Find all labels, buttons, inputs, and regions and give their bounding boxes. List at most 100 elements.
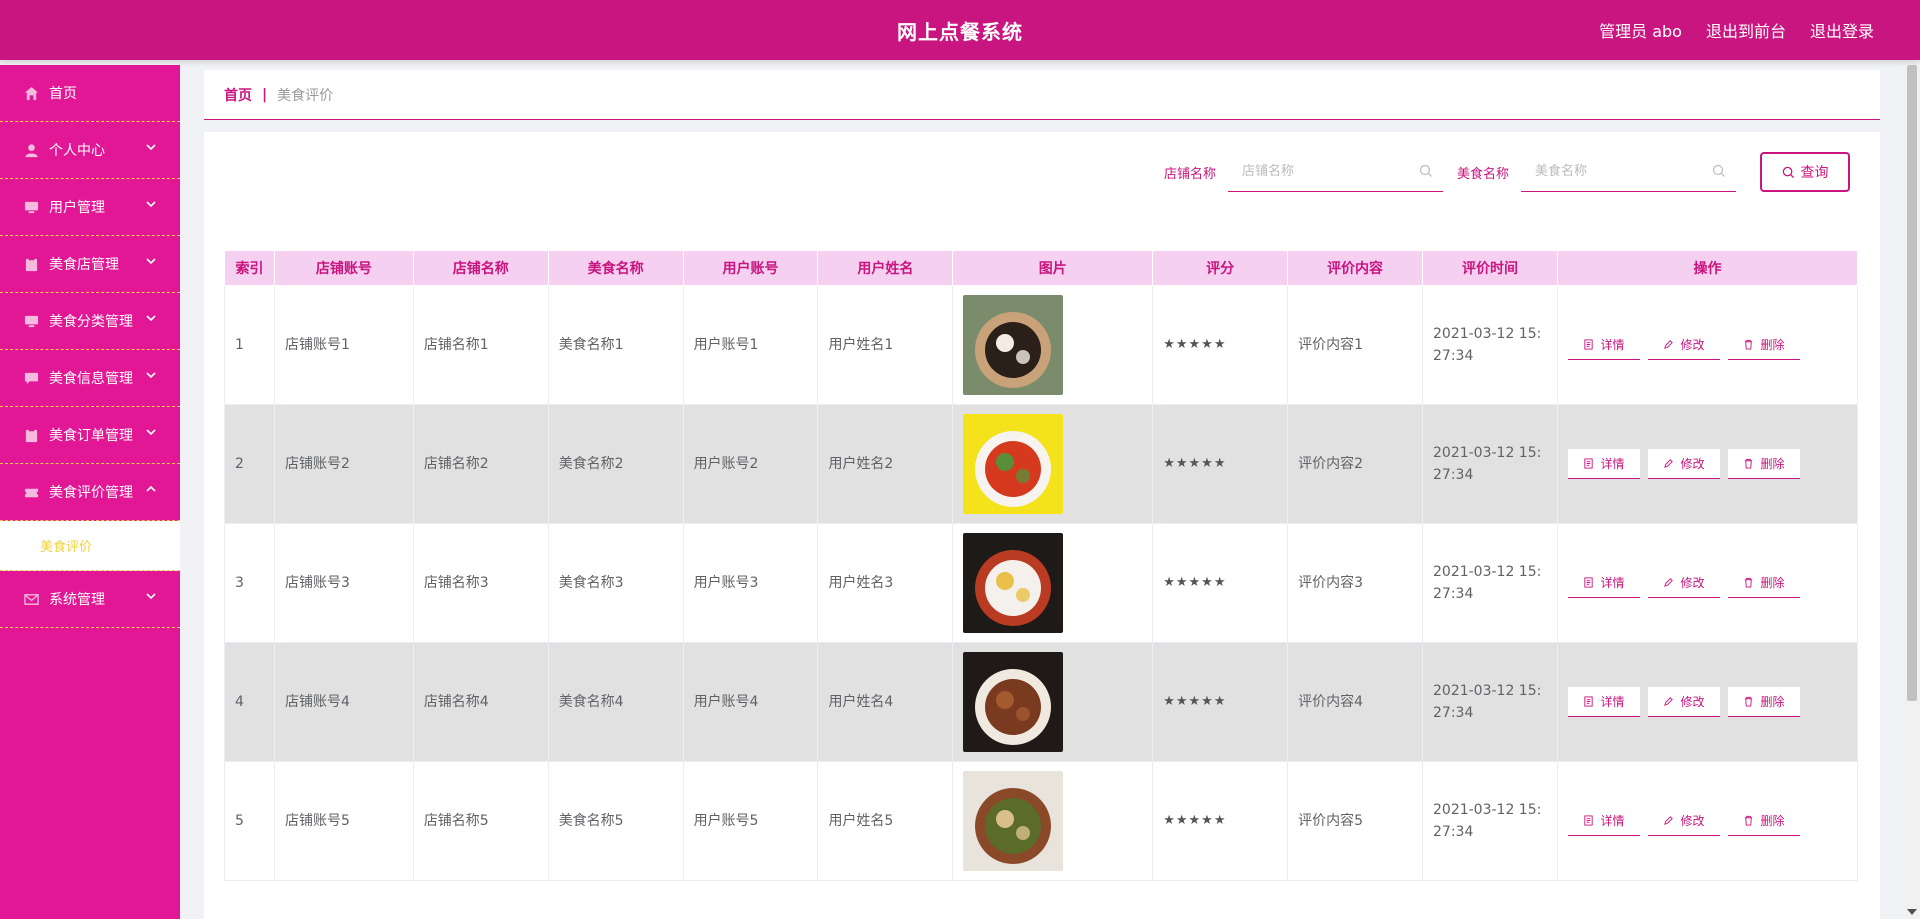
app-title: 网上点餐系统 <box>897 19 1023 44</box>
main-area: 首页 | 美食评价 店铺名称 美食名称 查询 索引 <box>204 70 1880 919</box>
food-image[interactable] <box>963 295 1064 395</box>
sidebar-item-label: 用户管理 <box>49 200 105 216</box>
shop-name-label: 店铺名称 <box>1163 166 1216 182</box>
sidebar-item-review-management[interactable]: 美食评价管理 <box>0 464 180 521</box>
detail-button[interactable]: 详情 <box>1567 449 1640 479</box>
cell-time: 2021-03-12 15:27:34 <box>1422 761 1558 881</box>
review-time: 2021-03-12 15:27:34 <box>1433 445 1542 483</box>
detail-button[interactable]: 详情 <box>1567 687 1640 717</box>
delete-button-label: 删除 <box>1760 575 1785 590</box>
sidebar-item-label: 首页 <box>49 86 77 102</box>
review-time: 2021-03-12 15:27:34 <box>1433 564 1542 602</box>
cell-user-name: 用户姓名4 <box>817 642 954 762</box>
detail-button-label: 详情 <box>1600 813 1625 828</box>
sidebar-item-personal-center[interactable]: 个人中心 <box>0 122 180 179</box>
detail-button-label: 详情 <box>1600 575 1625 590</box>
sidebar-item-system-management[interactable]: 系统管理 <box>0 571 180 628</box>
sidebar-item-order-management[interactable]: 美食订单管理 <box>0 407 180 464</box>
breadcrumb: 首页 | 美食评价 <box>204 70 1880 120</box>
cell-food-name: 美食名称2 <box>547 404 684 524</box>
sidebar: 首页 个人中心 用户管理 美食店管理 美食分类管理 美食信息管理 美食订单管理 … <box>0 65 180 919</box>
sidebar-item-label: 美食信息管理 <box>49 371 133 387</box>
sidebar-item-food-info-management[interactable]: 美食信息管理 <box>0 350 180 407</box>
sidebar-item-label: 美食店管理 <box>49 257 119 273</box>
sidebar-item-user-management[interactable]: 用户管理 <box>0 179 180 236</box>
detail-button[interactable]: 详情 <box>1567 806 1640 836</box>
exit-to-front-link[interactable]: 退出到前台 <box>1706 18 1786 42</box>
cell-actions: 详情 修改 删除 <box>1556 523 1859 643</box>
delete-button[interactable]: 删除 <box>1727 687 1800 717</box>
food-image[interactable] <box>963 414 1064 514</box>
edit-icon <box>1664 459 1674 468</box>
cell-food-name: 美食名称3 <box>547 523 684 643</box>
delete-button[interactable]: 删除 <box>1727 330 1800 360</box>
column-header[interactable]: 店铺账号 <box>273 250 414 286</box>
column-header[interactable]: 评价时间 <box>1422 250 1558 286</box>
delete-button[interactable]: 删除 <box>1727 568 1800 598</box>
breadcrumb-separator: | <box>262 86 268 103</box>
content-panel: 店铺名称 美食名称 查询 索引 店铺账号 店铺名称 美食名称 <box>204 132 1880 919</box>
trash-icon <box>1745 815 1753 826</box>
search-bar: 店铺名称 美食名称 查询 <box>1164 152 1850 192</box>
delete-button[interactable]: 删除 <box>1727 449 1800 479</box>
edit-button[interactable]: 修改 <box>1647 806 1720 836</box>
cell-actions: 详情 修改 删除 <box>1556 285 1859 405</box>
food-name-input[interactable] <box>1521 152 1736 191</box>
document-icon <box>1584 458 1594 469</box>
breadcrumb-current: 美食评价 <box>277 87 334 104</box>
edit-button[interactable]: 修改 <box>1647 330 1720 360</box>
cell-idx: 5 <box>224 761 275 881</box>
document-icon <box>1584 339 1594 350</box>
column-header[interactable]: 评分 <box>1152 250 1289 286</box>
column-header[interactable]: 店铺名称 <box>412 250 549 286</box>
detail-button[interactable]: 详情 <box>1567 330 1640 360</box>
cell-shop-account: 店铺账号5 <box>273 761 414 881</box>
cell-time: 2021-03-12 15:27:34 <box>1422 404 1558 524</box>
edit-icon <box>1664 578 1674 587</box>
search-icon <box>1712 164 1725 177</box>
scrollbar-thumb[interactable] <box>1907 65 1917 701</box>
edit-button[interactable]: 修改 <box>1647 687 1720 717</box>
edit-icon <box>1664 697 1674 706</box>
cell-user-name: 用户姓名1 <box>817 285 954 405</box>
detail-button[interactable]: 详情 <box>1567 568 1640 598</box>
column-header[interactable]: 索引 <box>224 250 275 286</box>
delete-button-label: 删除 <box>1760 694 1785 709</box>
clipboard-icon <box>24 256 39 272</box>
column-header[interactable]: 用户账号 <box>682 250 819 286</box>
submenu-item-food-review[interactable]: 美食评价 <box>0 521 180 571</box>
cell-shop-name: 店铺名称2 <box>412 404 549 524</box>
edit-button-label: 修改 <box>1680 456 1705 471</box>
page-scrollbar[interactable] <box>1903 65 1920 919</box>
sidebar-item-shop-management[interactable]: 美食店管理 <box>0 236 180 293</box>
food-image[interactable] <box>963 652 1064 752</box>
shop-name-input[interactable] <box>1227 152 1443 191</box>
food-image[interactable] <box>963 533 1064 633</box>
cell-rating: ★★★★★ <box>1152 642 1289 762</box>
cell-shop-name: 店铺名称5 <box>412 761 549 881</box>
chevron-down-icon <box>144 140 158 154</box>
logout-link[interactable]: 退出登录 <box>1810 18 1874 42</box>
edit-icon <box>1664 816 1674 825</box>
sidebar-item-category-management[interactable]: 美食分类管理 <box>0 293 180 350</box>
home-icon <box>24 86 39 101</box>
chevron-down-icon <box>144 197 158 211</box>
edit-button-label: 修改 <box>1680 337 1705 352</box>
column-header[interactable]: 图片 <box>952 250 1154 286</box>
delete-button[interactable]: 删除 <box>1727 806 1800 836</box>
edit-button[interactable]: 修改 <box>1647 449 1720 479</box>
breadcrumb-home-link[interactable]: 首页 <box>224 85 252 105</box>
edit-button[interactable]: 修改 <box>1647 568 1720 598</box>
scroll-down-arrow[interactable] <box>1907 909 1917 915</box>
sidebar-item-home[interactable]: 首页 <box>0 65 180 122</box>
cell-time: 2021-03-12 15:27:34 <box>1422 523 1558 643</box>
column-header[interactable]: 美食名称 <box>547 250 684 286</box>
column-header[interactable]: 评价内容 <box>1287 250 1423 286</box>
cell-idx: 1 <box>224 285 275 405</box>
column-header[interactable]: 操作 <box>1556 250 1859 286</box>
cell-shop-account: 店铺账号1 <box>273 285 414 405</box>
column-header[interactable]: 用户姓名 <box>817 250 954 286</box>
monitor-icon <box>24 314 39 329</box>
query-button[interactable]: 查询 <box>1760 152 1850 192</box>
food-image[interactable] <box>963 771 1064 871</box>
